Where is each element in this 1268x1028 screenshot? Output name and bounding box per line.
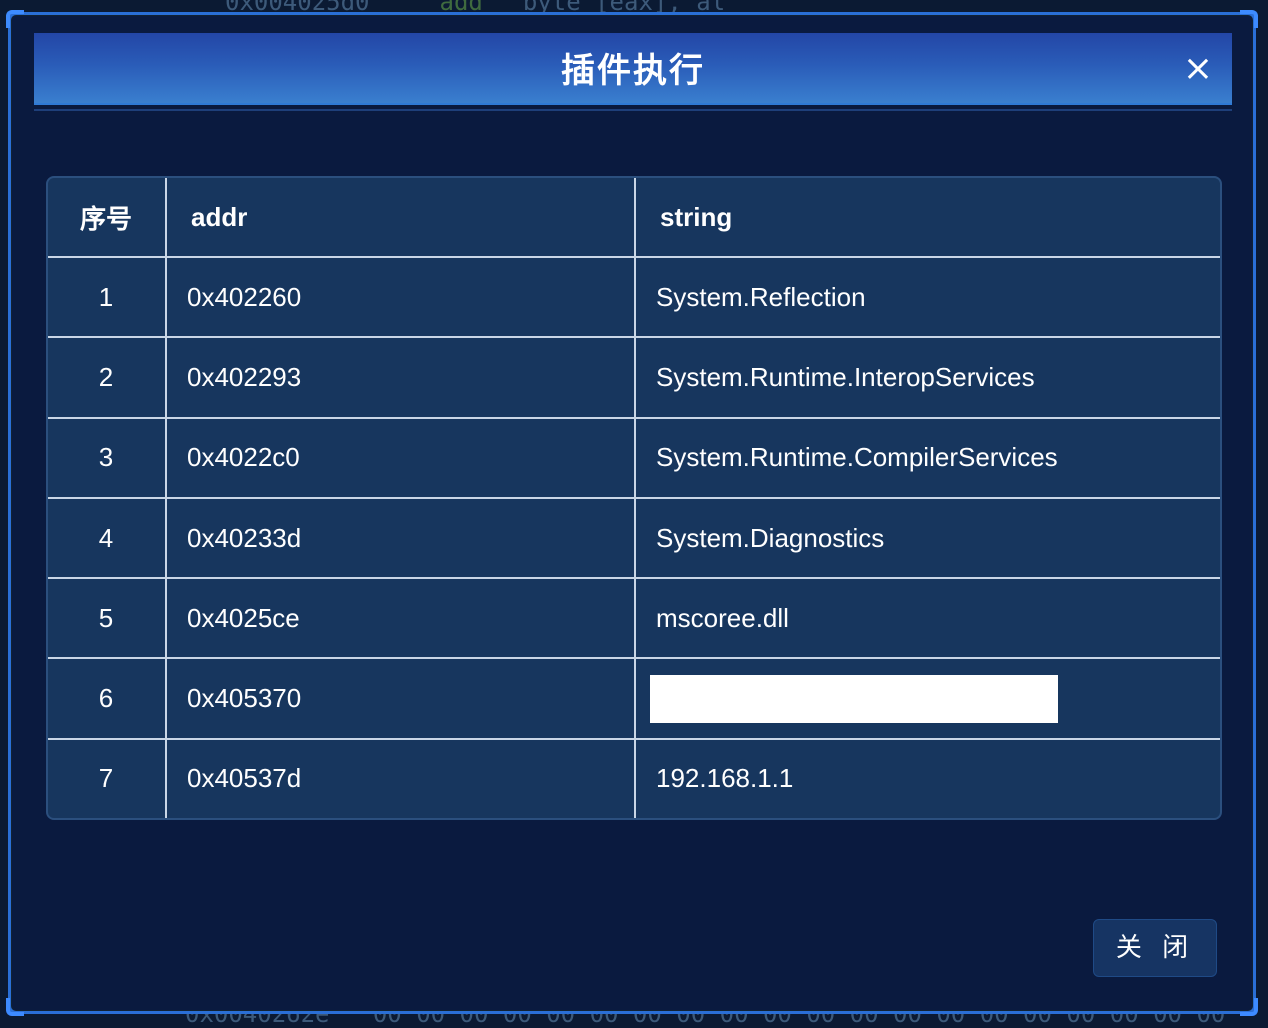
cell-string: System.Diagnostics xyxy=(634,496,1220,580)
cell-addr: 0x405370 xyxy=(165,657,636,740)
table-header-row: 序号 addr string xyxy=(48,178,1220,259)
table-row[interactable]: 2 0x402293 System.Runtime.InteropService… xyxy=(48,336,1220,419)
table-row[interactable]: 5 0x4025ce mscoree.dll xyxy=(48,577,1220,660)
cell-addr: 0x40537d xyxy=(165,737,636,818)
results-table: 序号 addr string 1 0x402260 System.Reflect… xyxy=(46,176,1222,820)
corner-decoration xyxy=(1240,10,1258,28)
cell-string: System.Runtime.InteropServices xyxy=(634,336,1220,419)
corner-decoration xyxy=(1240,998,1258,1016)
cell-addr: 0x402260 xyxy=(165,256,636,339)
title-divider xyxy=(34,109,1232,111)
cell-string: System.Runtime.CompilerServices xyxy=(634,416,1220,499)
cell-addr: 0x402293 xyxy=(165,336,636,419)
cell-addr: 0x4022c0 xyxy=(165,416,636,499)
cell-index: 3 xyxy=(48,416,167,499)
table-row[interactable]: 3 0x4022c0 System.Runtime.CompilerServic… xyxy=(48,416,1220,499)
dialog-titlebar: 插件执行 × xyxy=(34,33,1232,105)
cell-index: 7 xyxy=(48,737,167,818)
cell-index: 5 xyxy=(48,577,167,660)
cell-index: 6 xyxy=(48,657,167,740)
close-icon[interactable]: × xyxy=(1178,49,1218,89)
header-index[interactable]: 序号 xyxy=(48,178,167,259)
cell-addr: 0x4025ce xyxy=(165,577,636,660)
header-string[interactable]: string xyxy=(634,178,1220,259)
corner-decoration xyxy=(6,998,24,1016)
redaction-block xyxy=(650,674,1058,723)
cell-string-redacted xyxy=(634,657,1220,740)
cell-string: 192.168.1.1 xyxy=(634,737,1220,818)
header-addr[interactable]: addr xyxy=(165,178,636,259)
table-row[interactable]: 4 0x40233d System.Diagnostics xyxy=(48,496,1220,580)
corner-decoration xyxy=(6,10,24,28)
table-row[interactable]: 6 0x405370 xyxy=(48,657,1220,740)
table-row[interactable]: 1 0x402260 System.Reflection xyxy=(48,256,1220,339)
dialog-title: 插件执行 xyxy=(561,51,705,91)
cell-string: mscoree.dll xyxy=(634,577,1220,660)
cell-addr: 0x40233d xyxy=(165,496,636,580)
cell-string: System.Reflection xyxy=(634,256,1220,339)
cell-index: 2 xyxy=(48,336,167,419)
table-row[interactable]: 7 0x40537d 192.168.1.1 xyxy=(48,737,1220,818)
plugin-exec-dialog: 插件执行 × 序号 addr string 1 0x402260 System.… xyxy=(6,10,1258,1016)
cell-index: 1 xyxy=(48,256,167,339)
cell-index: 4 xyxy=(48,496,167,580)
close-button[interactable]: 关 闭 xyxy=(1093,919,1217,977)
